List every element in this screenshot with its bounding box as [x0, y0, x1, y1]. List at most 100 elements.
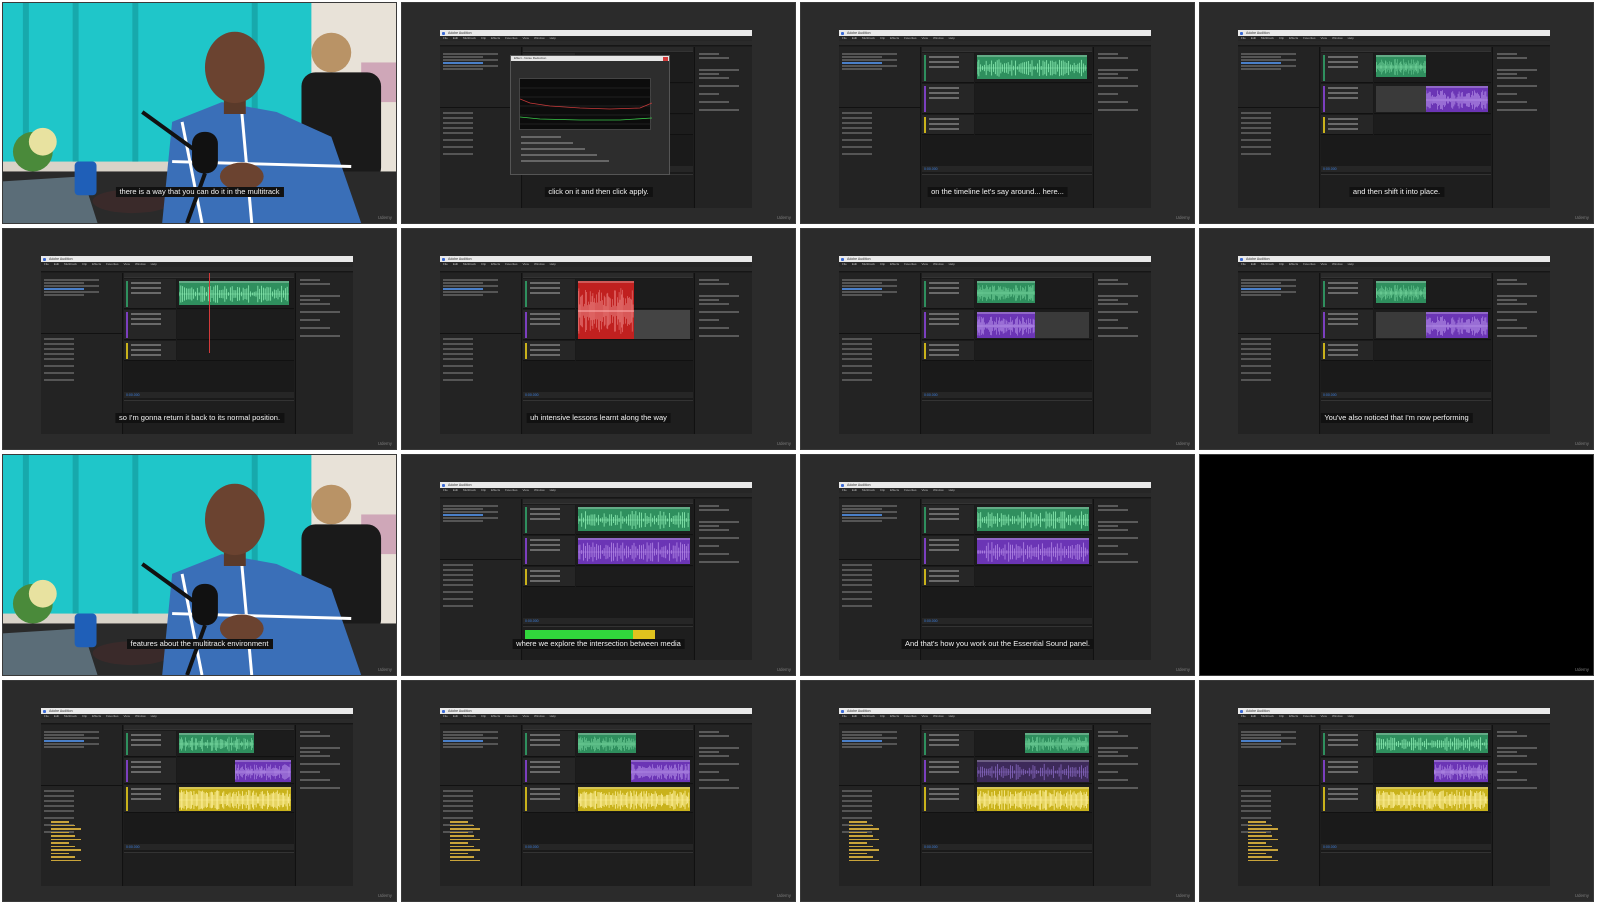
track-header[interactable] [922, 567, 974, 587]
panel-row[interactable] [1098, 77, 1128, 79]
panel-row[interactable] [1497, 109, 1537, 111]
track-control[interactable] [929, 97, 959, 99]
time-ruler[interactable] [523, 725, 693, 730]
track-header[interactable] [922, 785, 974, 813]
panel-row[interactable] [1497, 57, 1527, 59]
track-header[interactable] [1321, 53, 1373, 83]
panel-row[interactable] [699, 787, 739, 789]
audio-clip-green[interactable] [179, 281, 289, 305]
time-ruler[interactable] [124, 725, 294, 730]
track-control[interactable] [131, 771, 161, 773]
panel-row[interactable] [1497, 747, 1537, 749]
video-thumbnail[interactable]: Adobe Audition File Edit Multitrack Clip Effe… [800, 2, 1195, 224]
panel-row[interactable] [699, 303, 729, 305]
panel-row[interactable] [1098, 545, 1118, 547]
audio-clip-purple[interactable] [977, 760, 1089, 782]
file-row[interactable] [1241, 746, 1281, 748]
panel-row[interactable] [300, 751, 320, 753]
toolbar[interactable] [1238, 41, 1550, 46]
panel-row[interactable] [1098, 319, 1118, 321]
folder-row[interactable] [1248, 831, 1266, 833]
file-row[interactable] [44, 294, 84, 296]
panel-row[interactable] [699, 93, 719, 95]
track-header[interactable] [124, 341, 176, 361]
file-row[interactable] [842, 734, 882, 736]
panel-row[interactable] [300, 779, 330, 781]
playhead[interactable] [209, 273, 210, 353]
panel-row[interactable] [300, 319, 320, 321]
track-control[interactable] [530, 282, 560, 284]
track-control[interactable] [929, 761, 959, 763]
file-row[interactable] [842, 279, 897, 281]
panel-row[interactable] [699, 779, 729, 781]
track-control[interactable] [929, 66, 959, 68]
toolbar[interactable] [839, 493, 1151, 498]
file-row[interactable] [842, 514, 882, 516]
track-control[interactable] [1328, 123, 1358, 125]
folder-row[interactable] [450, 824, 474, 826]
audio-clip-yellow[interactable] [578, 787, 690, 811]
file-row[interactable] [443, 65, 498, 67]
folder-row[interactable] [450, 835, 474, 837]
file-row[interactable] [1241, 731, 1296, 733]
track-header[interactable] [1321, 279, 1373, 309]
track-control[interactable] [530, 761, 560, 763]
panel-row[interactable] [1497, 787, 1537, 789]
file-row[interactable] [443, 282, 483, 284]
track-control[interactable] [929, 118, 959, 120]
file-row[interactable] [443, 514, 483, 516]
track-header[interactable] [922, 115, 974, 135]
track-control[interactable] [929, 508, 959, 510]
track-control[interactable] [929, 518, 959, 520]
panel-row[interactable] [1098, 93, 1118, 95]
folder-row[interactable] [1248, 821, 1266, 823]
track-header[interactable] [1321, 731, 1373, 757]
track-control[interactable] [1328, 92, 1358, 94]
track-control[interactable] [530, 349, 560, 351]
video-thumbnail[interactable]: Adobe Audition File Edit Multitrack Clip Effe… [1199, 228, 1594, 450]
track-control[interactable] [131, 744, 161, 746]
time-ruler[interactable] [922, 47, 1092, 52]
file-row[interactable] [842, 56, 882, 58]
folder-row[interactable] [51, 821, 69, 823]
audio-clip-yellow[interactable] [179, 787, 291, 811]
time-ruler[interactable] [1321, 47, 1491, 52]
track-control[interactable] [929, 287, 959, 289]
folder-row[interactable] [51, 831, 69, 833]
panel-row[interactable] [1098, 335, 1138, 337]
panel-row[interactable] [300, 279, 320, 281]
file-row[interactable] [443, 59, 498, 61]
track-control[interactable] [1328, 87, 1358, 89]
panel-row[interactable] [699, 763, 739, 765]
toolbar[interactable] [839, 41, 1151, 46]
toolbar[interactable] [440, 267, 752, 272]
track-control[interactable] [929, 128, 959, 130]
file-row[interactable] [443, 734, 483, 736]
file-row[interactable] [443, 740, 483, 742]
panel-row[interactable] [1497, 779, 1527, 781]
panel-row[interactable] [699, 747, 739, 749]
folder-row[interactable] [849, 859, 879, 861]
file-row[interactable] [842, 53, 897, 55]
track-control[interactable] [929, 570, 959, 572]
track-header[interactable] [523, 536, 575, 566]
file-row[interactable] [842, 517, 897, 519]
track-control[interactable] [929, 788, 959, 790]
track-header[interactable] [922, 279, 974, 309]
panel-row[interactable] [1098, 85, 1138, 87]
track-header[interactable] [523, 785, 575, 813]
track-control[interactable] [131, 734, 161, 736]
file-row[interactable] [842, 743, 897, 745]
track-control[interactable] [1328, 734, 1358, 736]
panel-row[interactable] [300, 327, 330, 329]
file-row[interactable] [842, 288, 882, 290]
panel-row[interactable] [699, 85, 739, 87]
panel-row[interactable] [699, 327, 729, 329]
track-control[interactable] [131, 798, 161, 800]
panel-row[interactable] [300, 303, 330, 305]
track-header[interactable] [922, 341, 974, 361]
file-row[interactable] [1241, 285, 1296, 287]
panel-row[interactable] [1497, 319, 1517, 321]
video-thumbnail[interactable]: Adobe Audition File Edit Multitrack Clip Effe… [401, 454, 796, 676]
panel-row[interactable] [1098, 787, 1138, 789]
